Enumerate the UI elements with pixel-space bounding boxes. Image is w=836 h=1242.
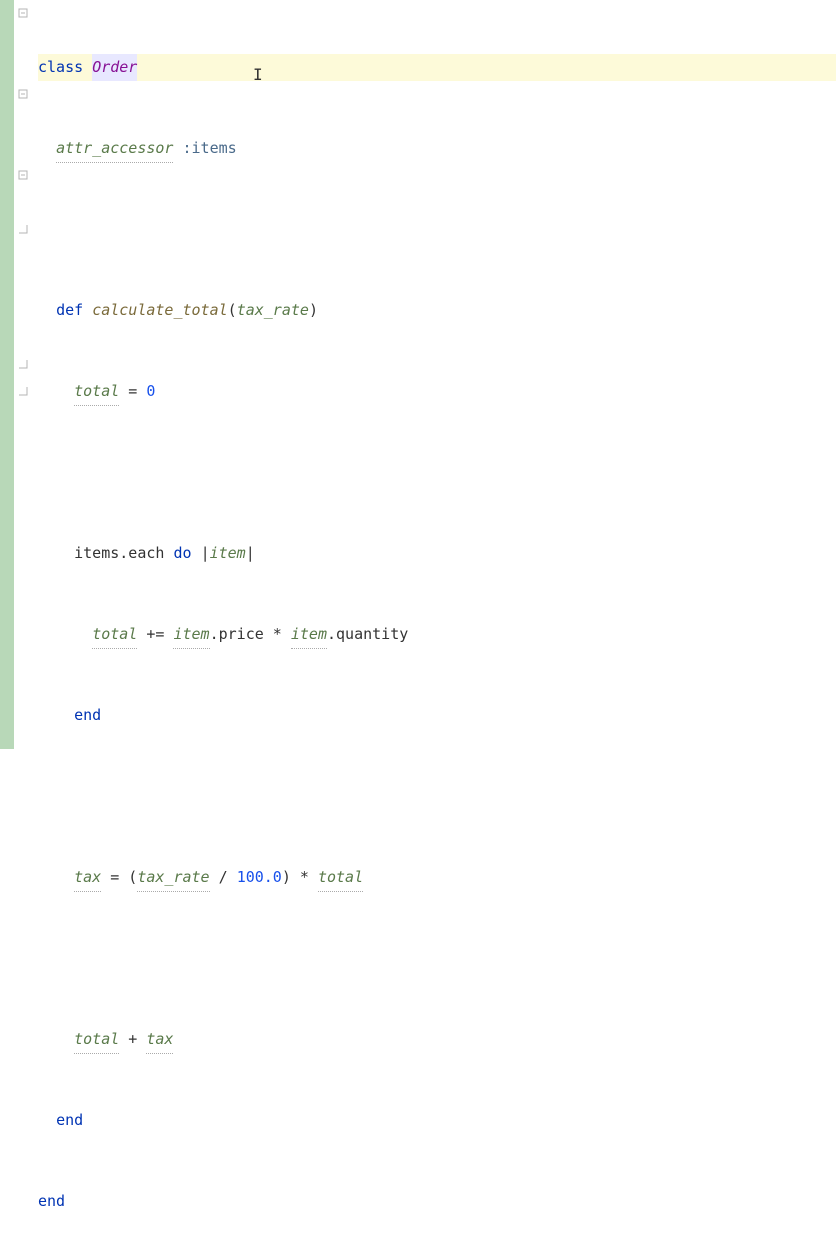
number: 100.0 [237, 864, 282, 891]
code-line[interactable] [38, 945, 836, 972]
code-line[interactable]: I [38, 216, 836, 243]
code-line[interactable]: end [38, 702, 836, 729]
keyword: end [56, 1107, 83, 1134]
identifier: attr_accessor [56, 135, 173, 163]
text-cursor-icon: I [253, 61, 263, 88]
identifier: tax_rate [137, 864, 209, 892]
keyword: end [38, 1188, 65, 1215]
identifier: total [318, 864, 363, 892]
left-margin-bar [0, 0, 14, 749]
code-line[interactable]: total += item.price * item.quantity [38, 621, 836, 648]
keyword: do [173, 540, 191, 567]
parameter: tax_rate [237, 297, 309, 324]
class-name: Order [92, 54, 137, 81]
keyword: class [38, 54, 83, 81]
number: 0 [146, 378, 155, 405]
code-line[interactable]: end [38, 1107, 836, 1134]
fold-end-icon[interactable] [16, 222, 30, 236]
code-line[interactable]: def calculate_total(tax_rate) [38, 297, 836, 324]
fold-icon[interactable] [16, 87, 30, 101]
fold-icon[interactable] [16, 6, 30, 20]
fold-icon[interactable] [16, 168, 30, 182]
code-line[interactable] [38, 783, 836, 810]
keyword: def [56, 297, 83, 324]
code-line[interactable]: end [38, 1188, 836, 1215]
identifier: item [291, 621, 327, 649]
fold-end-icon[interactable] [16, 384, 30, 398]
code-line[interactable] [38, 459, 836, 486]
gutter [14, 0, 38, 749]
identifier: item [173, 621, 209, 649]
code-line[interactable]: tax = (tax_rate / 100.0) * total [38, 864, 836, 891]
symbol: :items [183, 135, 237, 162]
code-line[interactable]: class Order [38, 54, 836, 81]
keyword: end [74, 702, 101, 729]
identifier: total [92, 621, 137, 649]
parameter: item [210, 540, 246, 567]
code-line[interactable]: total + tax [38, 1026, 836, 1053]
code-editor[interactable]: class Order attr_accessor :items I def c… [38, 0, 836, 749]
code-line[interactable]: total = 0 [38, 378, 836, 405]
identifier: total [74, 378, 119, 406]
identifier: tax [146, 1026, 173, 1054]
code-line[interactable]: items.each do |item| [38, 540, 836, 567]
identifier: tax [74, 864, 101, 892]
fold-end-icon[interactable] [16, 357, 30, 371]
code-line[interactable]: attr_accessor :items [38, 135, 836, 162]
identifier: total [74, 1026, 119, 1054]
method-name: calculate_total [92, 297, 227, 324]
